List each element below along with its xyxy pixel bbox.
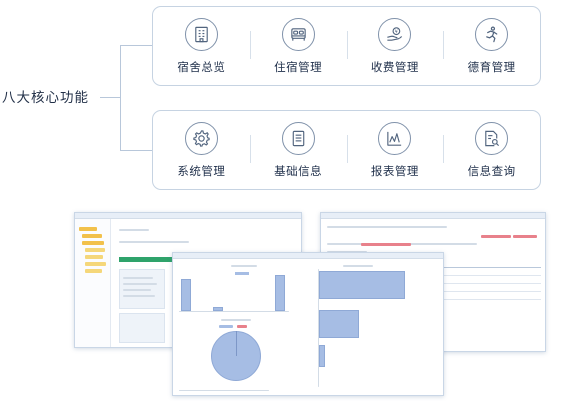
connector-line-main — [100, 97, 120, 98]
text-line — [123, 289, 151, 291]
toolbar-row — [119, 241, 189, 243]
pie-slice-line — [236, 331, 237, 356]
document-search-icon — [475, 121, 509, 155]
function-label: 住宿管理 — [274, 59, 323, 74]
chart-bar — [319, 310, 359, 338]
connector-line-top — [120, 45, 152, 46]
person-running-icon — [475, 17, 509, 51]
connector-line-vertical — [120, 45, 121, 150]
core-functions-label: 八大核心功能 — [2, 90, 89, 106]
status-line — [179, 390, 269, 391]
tree-item — [82, 234, 102, 238]
legend-swatch — [235, 272, 249, 275]
function-reports[interactable]: 报表管理 — [346, 111, 444, 189]
chart-axis — [318, 269, 319, 387]
function-panel-bottom: 系统管理 基础信息 报表管理 信息查询 — [152, 110, 541, 190]
text-line — [123, 283, 157, 285]
status-tag — [361, 243, 411, 246]
function-label: 基础信息 — [274, 163, 323, 178]
function-accommodation[interactable]: 住宿管理 — [249, 7, 347, 85]
list-document-icon — [281, 121, 315, 155]
svg-text:¥: ¥ — [395, 29, 398, 35]
status-tag — [481, 235, 511, 238]
function-label: 系统管理 — [177, 163, 226, 178]
window-tab-bar — [321, 213, 545, 219]
function-basic-info[interactable]: 基础信息 — [249, 111, 347, 189]
function-panel-top: 宿舍总览 住宿管理 ¥ 收费管理 德育管理 — [152, 6, 541, 86]
bed-icon — [281, 17, 315, 51]
tree-item — [79, 227, 97, 231]
filter-row — [327, 226, 447, 228]
window-tab-bar — [173, 253, 443, 259]
room-card — [119, 313, 165, 343]
function-info-query[interactable]: 信息查询 — [443, 111, 540, 189]
chart-title — [343, 265, 373, 267]
status-tag — [513, 235, 537, 238]
gear-icon — [184, 121, 218, 155]
tree-item — [85, 262, 106, 266]
text-line — [123, 295, 155, 297]
function-moral-education[interactable]: 德育管理 — [443, 7, 540, 85]
pie-title — [221, 319, 251, 321]
pie-legend — [219, 325, 233, 328]
tree-item — [82, 241, 104, 245]
function-label: 信息查询 — [467, 163, 516, 178]
page-heading — [119, 229, 149, 231]
tree-item — [85, 269, 102, 273]
chart-axis — [179, 311, 289, 312]
text-line — [123, 277, 153, 279]
tree-item — [85, 248, 105, 252]
chart-bar — [275, 275, 285, 311]
building-icon — [184, 17, 218, 51]
chart-bar — [181, 279, 191, 311]
chart-line-icon — [378, 121, 412, 155]
sidebar-tree — [75, 219, 111, 347]
screenshot-statistics-charts — [172, 252, 444, 396]
connector-line-bottom — [120, 150, 152, 151]
function-label: 宿舍总览 — [177, 59, 226, 74]
chart-bar — [319, 271, 405, 299]
function-system-management[interactable]: 系统管理 — [153, 111, 250, 189]
function-dorm-overview[interactable]: 宿舍总览 — [153, 7, 250, 85]
pie-legend — [237, 325, 247, 328]
money-icon: ¥ — [378, 17, 412, 51]
selected-row-bar — [119, 257, 179, 262]
chart-title — [231, 265, 257, 267]
function-label: 报表管理 — [370, 163, 419, 178]
function-label: 德育管理 — [467, 59, 516, 74]
chart-bar — [319, 345, 325, 367]
function-fees[interactable]: ¥ 收费管理 — [346, 7, 444, 85]
function-label: 收费管理 — [370, 59, 419, 74]
tree-item — [85, 255, 103, 259]
